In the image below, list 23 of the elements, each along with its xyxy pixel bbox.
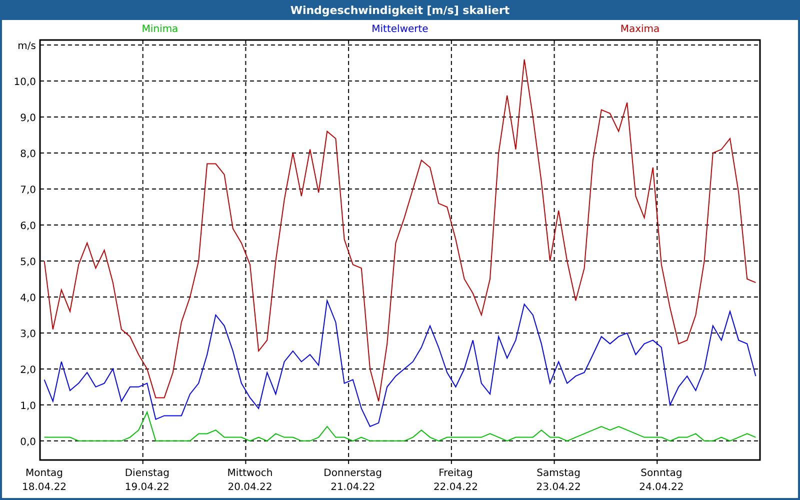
x-axis-label: Freitag 22.04.22 [433, 468, 478, 493]
x-axis-label: Sonntag 24.04.22 [639, 468, 684, 493]
y-axis-label: 6,0 [20, 220, 36, 232]
y-axis-label: 10,0 [14, 77, 36, 88]
y-axis-label: 0,0 [20, 436, 36, 448]
x-axis-label: Donnerstag 21.04.22 [324, 468, 382, 493]
x-axis-label: Samstag 23.04.22 [536, 468, 581, 493]
y-axis-label: 5,0 [20, 256, 36, 268]
x-axis-label: Montag 18.04.22 [22, 468, 67, 493]
legend-label: Minima [142, 24, 178, 35]
y-axis-label: 8,0 [20, 149, 36, 160]
y-axis-label: 3,0 [20, 328, 36, 340]
x-axis-label: Dienstag 19.04.22 [124, 468, 170, 493]
legend-label: Mittelwerte [372, 24, 428, 35]
y-axis-label: 7,0 [20, 185, 36, 196]
legend-label: Maxima [620, 24, 660, 35]
y-axis-label: 9,0 [20, 113, 36, 124]
y-axis-label: 4,0 [20, 292, 36, 304]
window-title: Windgeschwindigkeit [m/s] skaliert [0, 0, 800, 20]
x-axis-label: Mittwoch 20.04.22 [227, 468, 273, 493]
y-axis-label: 1,0 [20, 400, 36, 412]
y-axis-label: 2,0 [20, 364, 36, 376]
y-axis-unit: m/s [18, 41, 36, 52]
